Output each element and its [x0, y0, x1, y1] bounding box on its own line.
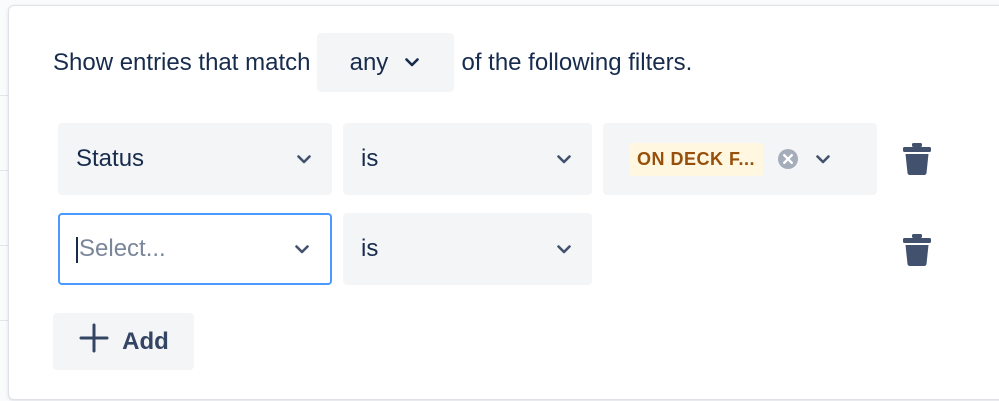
trash-icon[interactable]: [902, 233, 932, 267]
filter-header: Show entries that match any of the follo…: [53, 33, 692, 92]
chevron-down-icon: [554, 149, 574, 169]
chevron-down-icon: [554, 239, 574, 259]
add-filter-button[interactable]: Add: [53, 313, 194, 370]
clear-circle-icon[interactable]: [777, 148, 799, 170]
filter-1-field-select[interactable]: Status: [58, 123, 332, 195]
filter-1-operator-select[interactable]: is: [343, 123, 592, 195]
chevron-down-icon: [292, 239, 312, 259]
status-tag: ON DECK F...: [629, 142, 764, 176]
filter-2-field-select[interactable]: Select...: [58, 213, 332, 285]
chevron-down-icon: [294, 149, 314, 169]
chevron-down-icon: [813, 149, 833, 169]
filter-1-value-select[interactable]: ON DECK F...: [603, 123, 877, 195]
header-suffix: of the following filters.: [461, 48, 693, 76]
match-mode-value: any: [349, 48, 389, 76]
filter-2-field-input[interactable]: Select...: [76, 235, 292, 263]
filter-1-operator-value: is: [361, 145, 379, 172]
match-mode-select[interactable]: any: [317, 33, 455, 92]
filter-2-operator-value: is: [361, 235, 379, 262]
filter-2-field-placeholder: Select...: [79, 235, 166, 262]
header-prefix: Show entries that match: [53, 48, 311, 76]
chevron-down-icon: [402, 53, 422, 73]
trash-icon[interactable]: [902, 142, 932, 176]
add-button-label: Add: [122, 327, 169, 355]
plus-icon: [78, 322, 110, 361]
text-cursor: [76, 236, 78, 263]
filter-1-field-value: Status: [76, 145, 145, 172]
filter-2-operator-select[interactable]: is: [343, 213, 592, 285]
